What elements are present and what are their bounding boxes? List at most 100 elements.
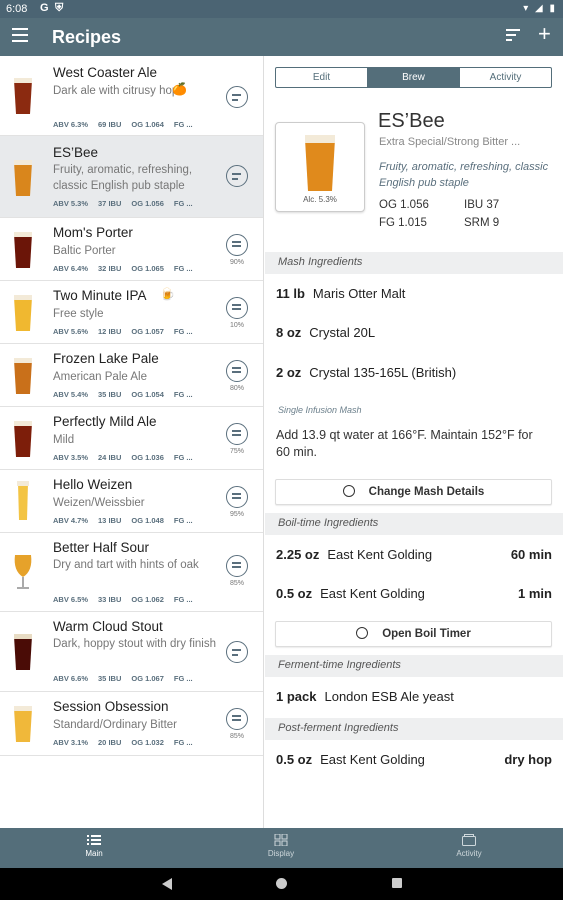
recipe-fg: FG ... [173, 390, 193, 399]
tab-edit[interactable]: Edit [276, 68, 368, 87]
recent-apps-icon[interactable] [392, 878, 402, 888]
recipe-row[interactable]: ES’Bee Fruity, aromatic, refreshing, cla… [0, 136, 263, 218]
ingredient-time: 60 min [510, 547, 552, 562]
ingredient-row[interactable]: 2 oz Crystal 135-165L (British) [276, 365, 456, 380]
brew-notes-icon[interactable] [226, 641, 248, 663]
ingredient-name: Crystal 20L [309, 325, 376, 340]
ingredient-row[interactable]: 0.5 oz East Kent Golding [276, 586, 425, 601]
recipe-ibu: 37 IBU [98, 199, 122, 208]
status-time: 6:08 [6, 3, 28, 15]
brew-notes-icon[interactable] [226, 297, 248, 319]
button-label: Change Mash Details [368, 486, 485, 498]
recipe-stats: ABV 4.7% 13 IBU OG 1.048 FG ... [53, 516, 203, 525]
mash-step: Add 13.9 qt water at 166°F. Maintain 152… [276, 428, 533, 459]
beer-glass-icon [14, 706, 32, 742]
open-boil-timer-button[interactable]: Open Boil Timer [275, 621, 552, 647]
ingredient-amount: 2 oz [276, 365, 302, 380]
recipe-description: Baltic Porter [53, 245, 116, 257]
ingredient-row[interactable]: 0.5 oz East Kent Golding [276, 752, 425, 767]
recipe-fg: FG ... [173, 595, 193, 604]
google-icon: G [40, 2, 49, 14]
mash-section-header: Mash Ingredients [265, 252, 563, 274]
nav-activity[interactable]: Activity [429, 834, 509, 858]
brew-notes-icon[interactable] [226, 486, 248, 508]
recipe-name: Two Minute IPA [53, 288, 147, 303]
brew-notes-icon[interactable] [226, 234, 248, 256]
ingredient-row[interactable]: 8 oz Crystal 20L [276, 325, 375, 340]
recipe-tagline: Fruity, aromatic, refreshing, classic En… [379, 161, 549, 189]
activity-icon [462, 834, 476, 846]
progress-percent: 85% [229, 733, 244, 740]
recipe-fg: FG ... [173, 199, 193, 208]
brew-notes-icon[interactable] [226, 555, 248, 577]
recipe-fg: FG ... [173, 516, 193, 525]
nav-display[interactable]: Display [241, 834, 321, 858]
recipe-row[interactable]: Mom's Porter Baltic Porter ABV 6.4% 32 IB… [0, 218, 263, 281]
tulip-glass-icon [14, 555, 32, 589]
progress-percent: 95% [229, 511, 244, 518]
beer-glass-icon [14, 295, 32, 331]
ingredient-amount: 2.25 oz [276, 547, 320, 562]
recipe-name: West Coaster Ale [53, 65, 158, 80]
add-recipe-button[interactable]: + [538, 23, 551, 45]
beer-glass-icon [305, 135, 335, 191]
recipe-description: Free style [53, 308, 104, 320]
srm-value: SRM 9 [464, 217, 500, 229]
ingredient-amount: 0.5 oz [276, 752, 313, 767]
brew-notes-icon[interactable] [226, 360, 248, 382]
recipe-stats: ABV 6.4% 32 IBU OG 1.065 FG ... [53, 264, 203, 273]
recipe-title: ES’Bee [378, 110, 445, 132]
app-bar: Recipes + [0, 18, 563, 56]
recipe-fg: FG ... [173, 264, 193, 273]
ingredient-row[interactable]: 2.25 oz East Kent Golding [276, 547, 432, 562]
home-icon[interactable] [276, 878, 287, 889]
recipe-name: Perfectly Mild Ale [53, 414, 157, 429]
recipe-og: OG 1.062 [131, 595, 164, 604]
ingredient-amount: 11 lb [276, 286, 305, 301]
recipe-stats: ABV 6.6% 35 IBU OG 1.067 FG ... [53, 674, 203, 683]
nav-main[interactable]: Main [54, 834, 134, 858]
brew-notes-icon[interactable] [226, 86, 248, 108]
recipe-row[interactable]: Perfectly Mild Ale Mild ABV 3.5% 24 IBU OG… [0, 407, 263, 470]
recipe-row[interactable]: Two Minute IPA 🍺 Free style ABV 5.6% 12 I… [0, 281, 263, 344]
recipe-og: OG 1.032 [131, 738, 164, 747]
tab-activity[interactable]: Activity [460, 68, 551, 87]
boil-section-header: Boil-time Ingredients [265, 513, 563, 535]
post-ferment-section-header: Post-ferment Ingredients [265, 718, 563, 740]
bottom-navigation: Main Display Activity [0, 828, 563, 868]
ingredient-name: London ESB Ale yeast [324, 689, 454, 704]
recipe-row[interactable]: Frozen Lake Pale American Pale Ale ABV 5… [0, 344, 263, 407]
recipe-description: Dark, hoppy stout with dry finish [53, 638, 216, 650]
recipe-glass-card: Alc. 5.3% [275, 122, 365, 212]
recipe-row[interactable]: Better Half Sour Dry and tart with hints… [0, 533, 263, 612]
recipe-stats: ABV 6.5% 33 IBU OG 1.062 FG ... [53, 595, 203, 604]
recipe-row[interactable]: Hello Weizen Weizen/Weissbier ABV 4.7% 13… [0, 470, 263, 533]
sort-icon[interactable] [506, 29, 520, 43]
recipe-fg: FG ... [173, 453, 193, 462]
back-icon[interactable] [162, 878, 172, 890]
ingredient-name: Crystal 135-165L (British) [309, 365, 457, 380]
tab-brew[interactable]: Brew [368, 68, 460, 87]
original-gravity: OG 1.056 [379, 199, 429, 211]
recipe-row[interactable]: West Coaster Ale Dark ale with citrusy h… [0, 56, 263, 136]
ingredient-row[interactable]: 11 lb Maris Otter Malt [276, 286, 405, 301]
recipe-og: OG 1.036 [131, 453, 164, 462]
weizen-glass-icon [17, 481, 29, 520]
ingredient-time: dry hop [504, 752, 552, 767]
beer-glass-icon [14, 160, 32, 196]
recipe-og: OG 1.056 [131, 199, 164, 208]
recipe-ibu: 12 IBU [98, 327, 122, 336]
recipe-row[interactable]: Session Obsession Standard/Ordinary Bitt… [0, 692, 263, 756]
recipe-row[interactable]: Warm Cloud Stout Dark, hoppy stout with … [0, 612, 263, 692]
brew-notes-icon[interactable] [226, 423, 248, 445]
menu-icon[interactable] [12, 28, 28, 42]
ferment-section-header: Ferment-time Ingredients [265, 655, 563, 677]
nav-label: Main [85, 849, 103, 858]
ingredient-row[interactable]: 1 pack London ESB Ale yeast [276, 689, 454, 704]
brew-notes-icon[interactable] [226, 165, 248, 187]
brew-notes-icon[interactable] [226, 708, 248, 730]
change-mash-details-button[interactable]: Change Mash Details [275, 479, 552, 505]
recipe-fg: FG ... [173, 120, 193, 129]
recipe-abv: ABV 6.5% [53, 595, 89, 604]
recipe-description: Weizen/Weissbier [53, 497, 145, 509]
